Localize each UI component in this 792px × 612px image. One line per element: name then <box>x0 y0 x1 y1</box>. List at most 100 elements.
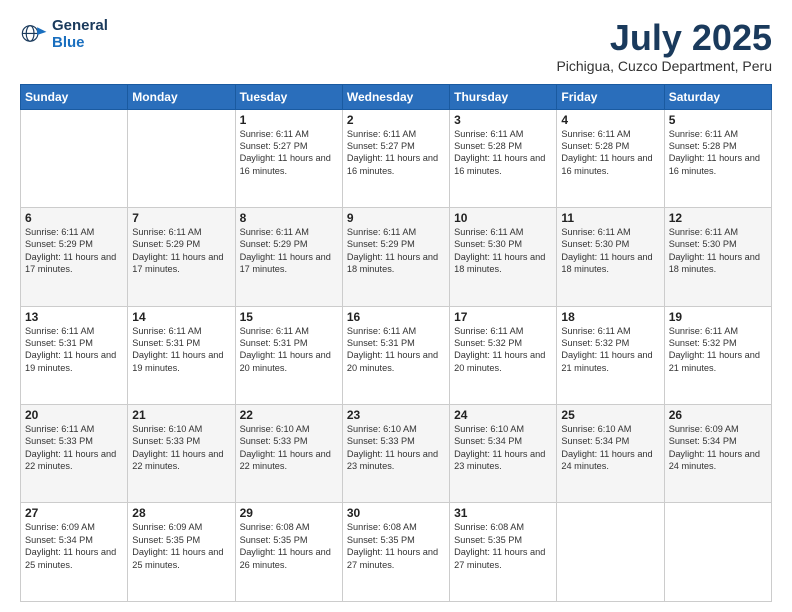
day-info: Sunrise: 6:11 AMSunset: 5:31 PMDaylight:… <box>240 325 338 375</box>
col-header-saturday: Saturday <box>664 84 771 109</box>
day-info: Sunrise: 6:09 AMSunset: 5:34 PMDaylight:… <box>669 423 767 473</box>
calendar-cell-10: 9Sunrise: 6:11 AMSunset: 5:29 PMDaylight… <box>342 208 449 306</box>
calendar-cell-17: 16Sunrise: 6:11 AMSunset: 5:31 PMDayligh… <box>342 306 449 404</box>
day-number: 16 <box>347 310 445 324</box>
calendar-cell-6: 5Sunrise: 6:11 AMSunset: 5:28 PMDaylight… <box>664 109 771 207</box>
day-number: 25 <box>561 408 659 422</box>
day-number: 17 <box>454 310 552 324</box>
day-info: Sunrise: 6:11 AMSunset: 5:27 PMDaylight:… <box>347 128 445 178</box>
day-info: Sunrise: 6:08 AMSunset: 5:35 PMDaylight:… <box>454 521 552 571</box>
subtitle: Pichigua, Cuzco Department, Peru <box>556 58 772 74</box>
day-info: Sunrise: 6:11 AMSunset: 5:27 PMDaylight:… <box>240 128 338 178</box>
calendar-cell-14: 13Sunrise: 6:11 AMSunset: 5:31 PMDayligh… <box>21 306 128 404</box>
day-info: Sunrise: 6:10 AMSunset: 5:33 PMDaylight:… <box>132 423 230 473</box>
day-info: Sunrise: 6:10 AMSunset: 5:34 PMDaylight:… <box>561 423 659 473</box>
col-header-wednesday: Wednesday <box>342 84 449 109</box>
title-block: July 2025 Pichigua, Cuzco Department, Pe… <box>556 18 772 74</box>
day-number: 14 <box>132 310 230 324</box>
col-header-friday: Friday <box>557 84 664 109</box>
calendar-cell-31: 30Sunrise: 6:08 AMSunset: 5:35 PMDayligh… <box>342 503 449 602</box>
day-info: Sunrise: 6:10 AMSunset: 5:33 PMDaylight:… <box>240 423 338 473</box>
calendar-week-5: 27Sunrise: 6:09 AMSunset: 5:34 PMDayligh… <box>21 503 772 602</box>
calendar-cell-0 <box>21 109 128 207</box>
day-info: Sunrise: 6:11 AMSunset: 5:29 PMDaylight:… <box>347 226 445 276</box>
day-info: Sunrise: 6:08 AMSunset: 5:35 PMDaylight:… <box>347 521 445 571</box>
day-number: 10 <box>454 211 552 225</box>
day-info: Sunrise: 6:10 AMSunset: 5:33 PMDaylight:… <box>347 423 445 473</box>
day-info: Sunrise: 6:11 AMSunset: 5:31 PMDaylight:… <box>25 325 123 375</box>
day-info: Sunrise: 6:11 AMSunset: 5:32 PMDaylight:… <box>561 325 659 375</box>
day-number: 29 <box>240 506 338 520</box>
day-info: Sunrise: 6:11 AMSunset: 5:28 PMDaylight:… <box>454 128 552 178</box>
day-number: 20 <box>25 408 123 422</box>
calendar-cell-19: 18Sunrise: 6:11 AMSunset: 5:32 PMDayligh… <box>557 306 664 404</box>
col-header-thursday: Thursday <box>450 84 557 109</box>
calendar-cell-27: 26Sunrise: 6:09 AMSunset: 5:34 PMDayligh… <box>664 405 771 503</box>
day-info: Sunrise: 6:11 AMSunset: 5:29 PMDaylight:… <box>240 226 338 276</box>
day-number: 19 <box>669 310 767 324</box>
day-number: 13 <box>25 310 123 324</box>
calendar-cell-4: 3Sunrise: 6:11 AMSunset: 5:28 PMDaylight… <box>450 109 557 207</box>
logo-general: General <box>52 18 108 35</box>
day-number: 1 <box>240 113 338 127</box>
calendar-cell-2: 1Sunrise: 6:11 AMSunset: 5:27 PMDaylight… <box>235 109 342 207</box>
day-number: 22 <box>240 408 338 422</box>
day-number: 15 <box>240 310 338 324</box>
calendar-cell-16: 15Sunrise: 6:11 AMSunset: 5:31 PMDayligh… <box>235 306 342 404</box>
calendar-cell-29: 28Sunrise: 6:09 AMSunset: 5:35 PMDayligh… <box>128 503 235 602</box>
calendar-week-4: 20Sunrise: 6:11 AMSunset: 5:33 PMDayligh… <box>21 405 772 503</box>
calendar-cell-3: 2Sunrise: 6:11 AMSunset: 5:27 PMDaylight… <box>342 109 449 207</box>
header: General Blue July 2025 Pichigua, Cuzco D… <box>20 18 772 74</box>
calendar-cell-32: 31Sunrise: 6:08 AMSunset: 5:35 PMDayligh… <box>450 503 557 602</box>
day-number: 2 <box>347 113 445 127</box>
calendar-cell-5: 4Sunrise: 6:11 AMSunset: 5:28 PMDaylight… <box>557 109 664 207</box>
calendar-cell-21: 20Sunrise: 6:11 AMSunset: 5:33 PMDayligh… <box>21 405 128 503</box>
day-number: 11 <box>561 211 659 225</box>
calendar-week-3: 13Sunrise: 6:11 AMSunset: 5:31 PMDayligh… <box>21 306 772 404</box>
day-info: Sunrise: 6:08 AMSunset: 5:35 PMDaylight:… <box>240 521 338 571</box>
calendar-cell-12: 11Sunrise: 6:11 AMSunset: 5:30 PMDayligh… <box>557 208 664 306</box>
col-header-tuesday: Tuesday <box>235 84 342 109</box>
day-number: 5 <box>669 113 767 127</box>
calendar-header-row: SundayMondayTuesdayWednesdayThursdayFrid… <box>21 84 772 109</box>
day-number: 23 <box>347 408 445 422</box>
col-header-monday: Monday <box>128 84 235 109</box>
day-number: 31 <box>454 506 552 520</box>
day-number: 18 <box>561 310 659 324</box>
calendar-cell-18: 17Sunrise: 6:11 AMSunset: 5:32 PMDayligh… <box>450 306 557 404</box>
day-info: Sunrise: 6:11 AMSunset: 5:28 PMDaylight:… <box>561 128 659 178</box>
logo: General Blue <box>20 18 108 51</box>
logo-text-block: General Blue <box>52 18 108 51</box>
calendar-cell-34 <box>664 503 771 602</box>
day-number: 28 <box>132 506 230 520</box>
day-info: Sunrise: 6:11 AMSunset: 5:28 PMDaylight:… <box>669 128 767 178</box>
calendar-cell-11: 10Sunrise: 6:11 AMSunset: 5:30 PMDayligh… <box>450 208 557 306</box>
calendar-week-2: 6 Sunrise: 6:11 AMSunset: 5:29 PMDaylight… <box>21 208 772 306</box>
calendar-cell-8: 7Sunrise: 6:11 AMSunset: 5:29 PMDaylight… <box>128 208 235 306</box>
day-info: Sunrise: 6:11 AMSunset: 5:32 PMDaylight:… <box>454 325 552 375</box>
day-number: 6 <box>25 211 123 225</box>
logo-icon <box>20 21 48 49</box>
day-info: Sunrise: 6:11 AMSunset: 5:33 PMDaylight:… <box>25 423 123 473</box>
calendar-cell-26: 25Sunrise: 6:10 AMSunset: 5:34 PMDayligh… <box>557 405 664 503</box>
day-info: Sunrise: 6:11 AMSunset: 5:31 PMDaylight:… <box>132 325 230 375</box>
calendar-cell-20: 19Sunrise: 6:11 AMSunset: 5:32 PMDayligh… <box>664 306 771 404</box>
logo-blue: Blue <box>52 35 108 52</box>
calendar-cell-30: 29Sunrise: 6:08 AMSunset: 5:35 PMDayligh… <box>235 503 342 602</box>
calendar-week-1: 1Sunrise: 6:11 AMSunset: 5:27 PMDaylight… <box>21 109 772 207</box>
day-info: Sunrise: 6:11 AMSunset: 5:31 PMDaylight:… <box>347 325 445 375</box>
day-info: Sunrise: 6:11 AMSunset: 5:30 PMDaylight:… <box>454 226 552 276</box>
calendar-cell-28: 27Sunrise: 6:09 AMSunset: 5:34 PMDayligh… <box>21 503 128 602</box>
calendar-cell-33 <box>557 503 664 602</box>
day-info: Sunrise: 6:10 AMSunset: 5:34 PMDaylight:… <box>454 423 552 473</box>
day-number: 24 <box>454 408 552 422</box>
calendar-cell-7: 6Sunrise: 6:11 AMSunset: 5:29 PMDaylight… <box>21 208 128 306</box>
day-info: Sunrise: 6:11 AMSunset: 5:32 PMDaylight:… <box>669 325 767 375</box>
calendar-cell-25: 24Sunrise: 6:10 AMSunset: 5:34 PMDayligh… <box>450 405 557 503</box>
day-info: Sunrise: 6:11 AMSunset: 5:30 PMDaylight:… <box>561 226 659 276</box>
day-number: 8 <box>240 211 338 225</box>
day-number: 30 <box>347 506 445 520</box>
calendar-cell-24: 23Sunrise: 6:10 AMSunset: 5:33 PMDayligh… <box>342 405 449 503</box>
main-title: July 2025 <box>556 18 772 58</box>
day-number: 12 <box>669 211 767 225</box>
